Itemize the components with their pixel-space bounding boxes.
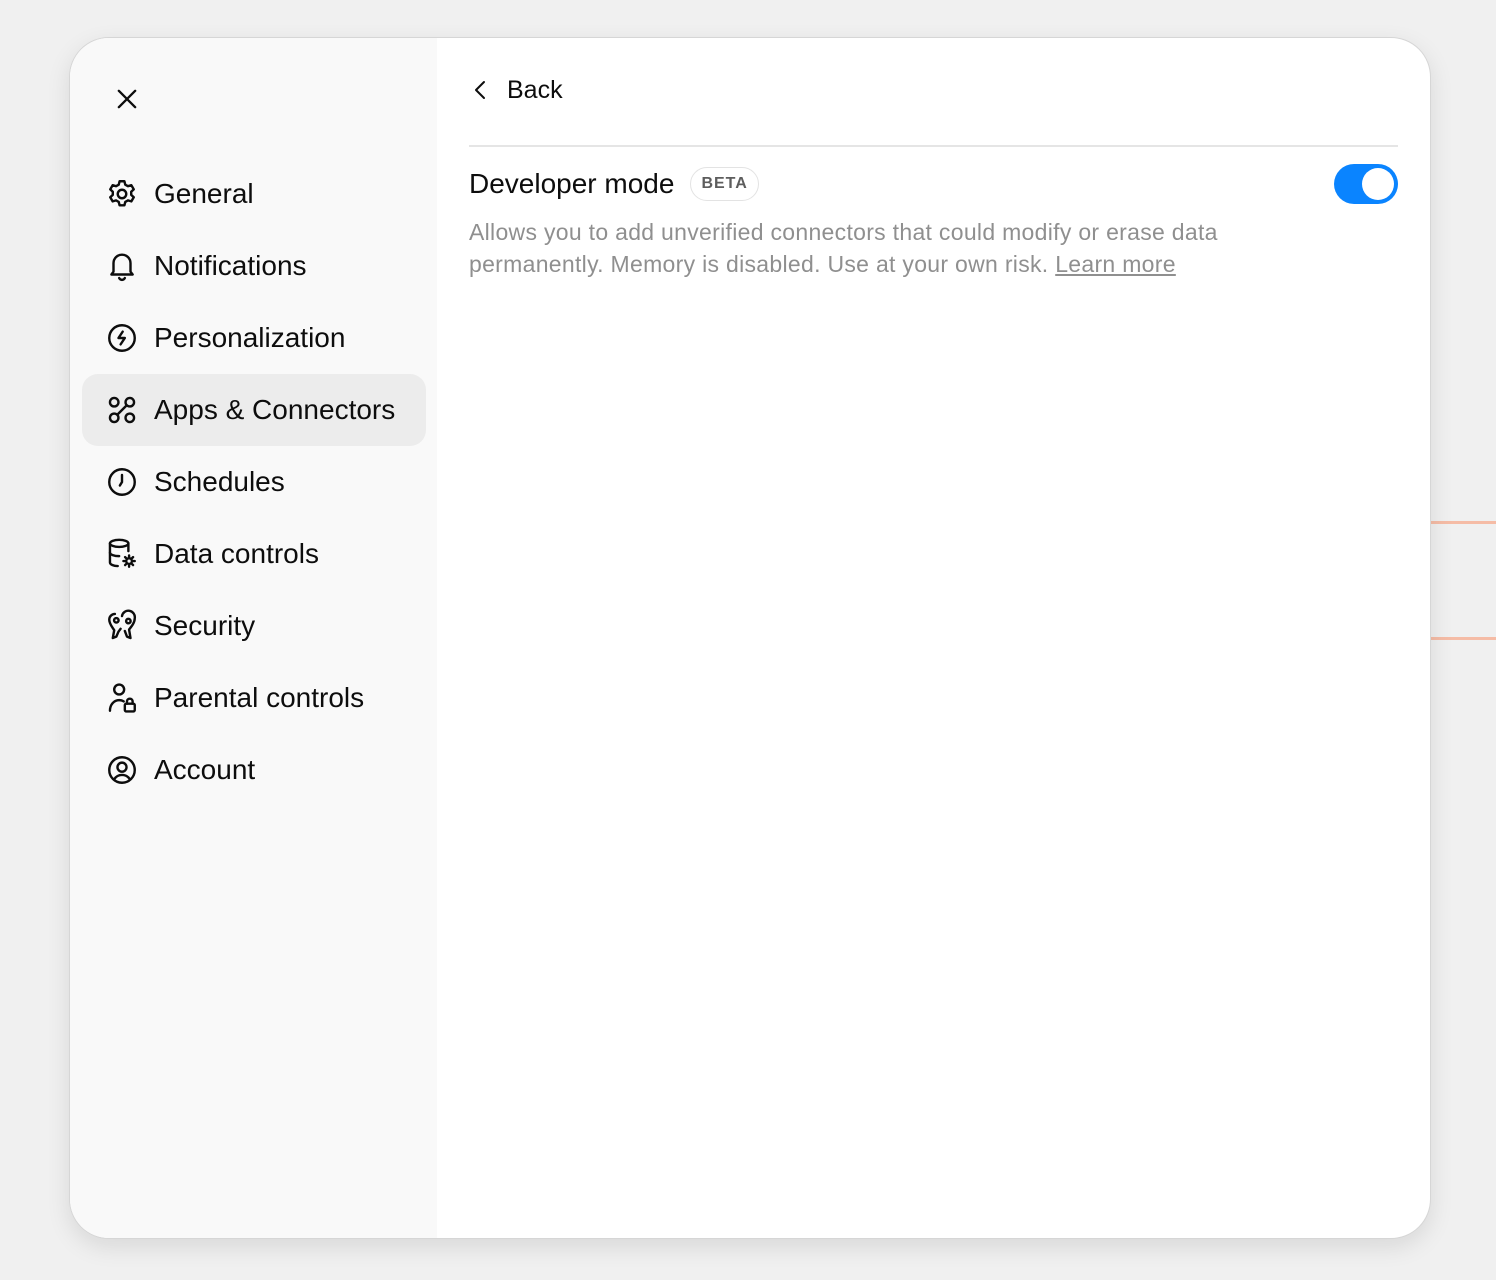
setting-title: Developer mode <box>469 168 675 199</box>
close-icon <box>117 89 137 109</box>
apps-icon <box>104 392 140 428</box>
sidebar-item-label: Schedules <box>154 466 285 497</box>
sidebar-item-label: Personalization <box>154 322 346 353</box>
toggle-knob <box>1362 168 1394 200</box>
gear-icon <box>104 176 140 212</box>
sidebar-item-label: General <box>154 178 254 209</box>
sidebar-item-notifications[interactable]: Notifications <box>82 230 426 302</box>
settings-main-panel: Back Developer mode BETA Allows you to a… <box>437 38 1430 1238</box>
account-icon <box>104 752 140 788</box>
back-button[interactable]: Back <box>469 68 571 112</box>
sidebar-item-security[interactable]: Security <box>82 590 426 662</box>
settings-sidebar: General Notifications Personalization Ap… <box>70 38 437 1238</box>
personalization-icon <box>104 320 140 356</box>
beta-badge: BETA <box>690 167 759 201</box>
sidebar-item-label: Account <box>154 754 256 785</box>
bell-icon <box>104 248 140 284</box>
background-decoration-line <box>1430 521 1496 524</box>
parental-lock-icon <box>104 680 140 716</box>
chevron-left-icon <box>475 81 485 99</box>
sidebar-item-label: Notifications <box>154 250 307 281</box>
developer-mode-toggle[interactable] <box>1334 164 1398 204</box>
sidebar-item-schedules[interactable]: Schedules <box>82 446 426 518</box>
back-label: Back <box>507 75 563 104</box>
setting-description: Allows you to add unverified connectors … <box>469 216 1309 280</box>
sidebar-item-general[interactable]: General <box>82 158 426 230</box>
background-decoration-line <box>1430 637 1496 640</box>
sidebar-item-label: Data controls <box>154 538 319 569</box>
security-icon <box>104 608 140 644</box>
sidebar-item-label: Security <box>154 610 256 641</box>
close-button[interactable] <box>106 78 148 120</box>
sidebar-item-label: Apps & Connectors <box>154 394 396 425</box>
sidebar-item-account[interactable]: Account <box>82 734 426 806</box>
developer-mode-setting: Developer mode BETA Allows you to add un… <box>469 164 1398 280</box>
clock-icon <box>104 464 140 500</box>
database-gear-icon <box>104 536 140 572</box>
settings-nav: General Notifications Personalization Ap… <box>82 158 426 806</box>
learn-more-link[interactable]: Learn more <box>1055 251 1176 277</box>
sidebar-item-parental-controls[interactable]: Parental controls <box>82 662 426 734</box>
sidebar-item-data-controls[interactable]: Data controls <box>82 518 426 590</box>
divider <box>469 145 1398 147</box>
settings-dialog: General Notifications Personalization Ap… <box>69 37 1431 1239</box>
sidebar-item-apps-connectors[interactable]: Apps & Connectors <box>82 374 426 446</box>
sidebar-item-personalization[interactable]: Personalization <box>82 302 426 374</box>
sidebar-item-label: Parental controls <box>154 682 365 713</box>
